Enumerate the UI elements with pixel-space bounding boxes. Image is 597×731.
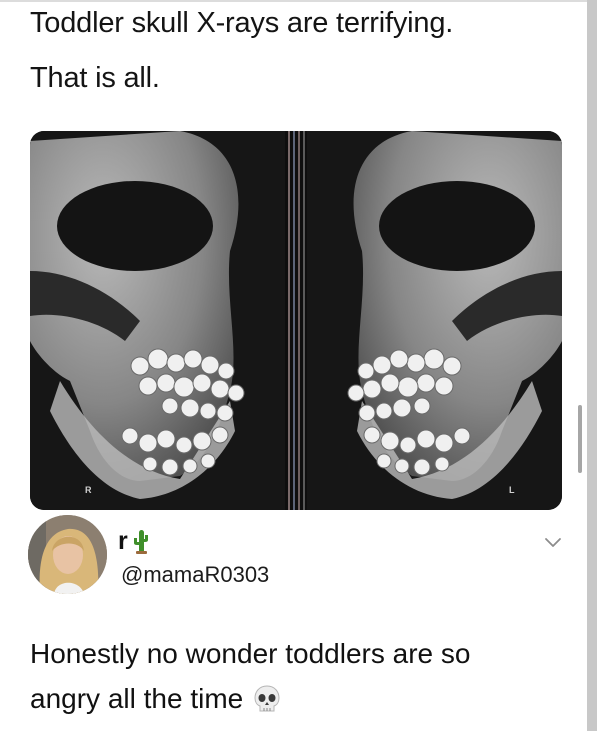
- scrollbar-thumb[interactable]: [578, 405, 582, 473]
- image-divider: [285, 131, 307, 510]
- xray-marker-right: L: [509, 485, 515, 495]
- avatar[interactable]: [28, 515, 107, 594]
- tweet-handle[interactable]: @mamaR0303: [121, 562, 269, 588]
- xray-marker-left: R: [85, 485, 92, 495]
- window-edge: [587, 0, 597, 731]
- cactus-icon: [133, 530, 148, 554]
- tweet-text-line-1: Honestly no wonder toddlers are so: [30, 638, 471, 669]
- skull-xray-image[interactable]: R L: [30, 131, 562, 510]
- skull-icon: [254, 685, 280, 712]
- tweet-text-line-2-text: angry all the time: [30, 683, 244, 714]
- avatar-photo: [28, 515, 107, 594]
- chevron-down-icon[interactable]: [543, 535, 563, 549]
- skull-xray-svg: R L: [30, 131, 562, 510]
- post-caption-line-1: Toddler skull X-rays are terrifying.: [30, 7, 454, 39]
- tweet-display-name[interactable]: r: [118, 526, 152, 556]
- display-name-text: r: [118, 526, 128, 555]
- tweet-text-line-2: angry all the time: [30, 682, 281, 716]
- top-divider: [0, 0, 597, 2]
- post-caption-line-2: That is all.: [30, 62, 160, 94]
